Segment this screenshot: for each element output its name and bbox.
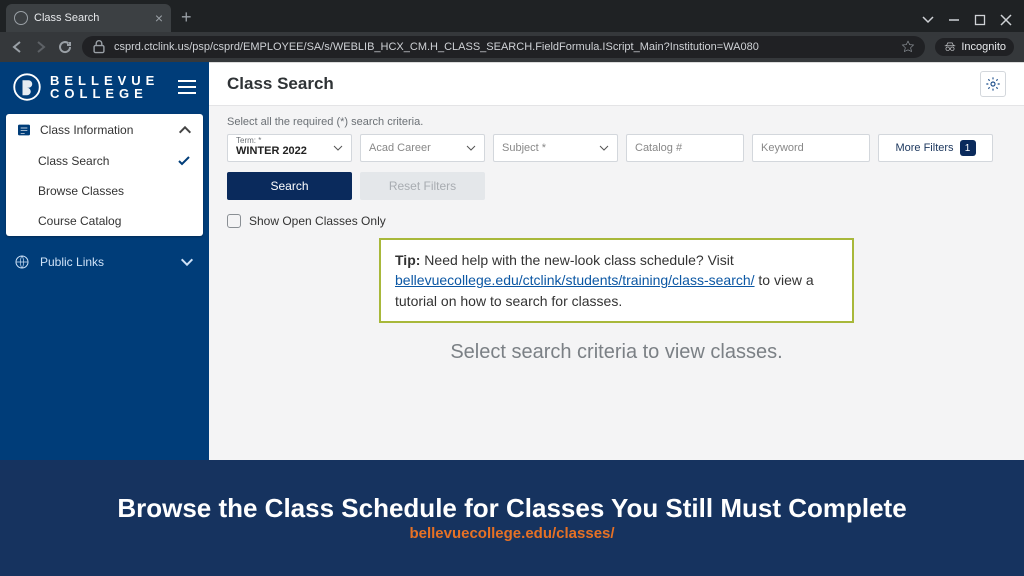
banner-headline: Browse the Class Schedule for Classes Yo… <box>117 494 906 524</box>
check-icon <box>177 154 191 168</box>
brand-line2: COLLEGE <box>50 87 159 100</box>
reload-icon[interactable] <box>58 40 72 54</box>
search-button[interactable]: Search <box>227 172 352 200</box>
sidebar-item-class-search[interactable]: Class Search <box>6 146 203 176</box>
brand: BELLEVUE COLLEGE <box>0 62 209 112</box>
promo-banner: Browse the Class Schedule for Classes Yo… <box>0 460 1024 576</box>
checkbox-icon <box>227 214 241 228</box>
chevron-down-icon <box>466 143 476 153</box>
globe-icon <box>14 11 28 25</box>
subject-select[interactable] <box>493 134 618 162</box>
incognito-icon <box>943 40 957 54</box>
reset-filters-button[interactable]: Reset Filters <box>360 172 485 200</box>
minimize-icon[interactable] <box>948 14 960 26</box>
acad-career-select[interactable] <box>360 134 485 162</box>
chevron-down-icon <box>333 143 343 153</box>
tip-callout: Tip: Need help with the new-look class s… <box>379 238 854 323</box>
catalog-input[interactable] <box>626 134 744 162</box>
criteria-helper: Select all the required (*) search crite… <box>227 116 1006 128</box>
sidebar: BELLEVUE COLLEGE Class Information Class… <box>0 62 209 460</box>
sidebar-item-browse-classes[interactable]: Browse Classes <box>6 176 203 206</box>
sidebar-public-links[interactable]: Public Links <box>0 244 209 280</box>
more-filters-button[interactable]: More Filters 1 <box>878 134 993 162</box>
brand-logo-icon <box>12 72 42 102</box>
term-select[interactable]: Term: * WINTER 2022 <box>227 134 352 162</box>
filter-count-badge: 1 <box>960 140 976 156</box>
keyword-input[interactable] <box>752 134 870 162</box>
list-icon <box>16 122 32 138</box>
url-text: csprd.ctclink.us/psp/csprd/EMPLOYEE/SA/s… <box>114 41 759 53</box>
page-title: Class Search <box>227 74 334 94</box>
menu-class-information: Class Information Class Search Browse Cl… <box>6 114 203 236</box>
menu-header[interactable]: Class Information <box>6 114 203 146</box>
star-icon[interactable] <box>901 40 915 54</box>
close-tab-icon[interactable]: × <box>155 10 163 26</box>
open-classes-checkbox[interactable]: Show Open Classes Only <box>227 214 1006 228</box>
chevron-down-icon[interactable] <box>922 14 934 26</box>
globe-icon <box>14 254 30 270</box>
tip-link[interactable]: bellevuecollege.edu/ctclink/students/tra… <box>395 272 755 288</box>
hamburger-icon[interactable] <box>177 79 197 95</box>
forward-icon[interactable] <box>34 40 48 54</box>
chevron-down-icon <box>599 143 609 153</box>
empty-state-hint: Select search criteria to view classes. <box>227 341 1006 364</box>
chevron-up-icon <box>177 122 193 138</box>
lock-icon <box>92 40 106 54</box>
browser-toolbar: csprd.ctclink.us/psp/csprd/EMPLOYEE/SA/s… <box>0 32 1024 62</box>
page-header: Class Search <box>209 63 1024 106</box>
banner-url: bellevuecollege.edu/classes/ <box>409 525 614 542</box>
address-bar[interactable]: csprd.ctclink.us/psp/csprd/EMPLOYEE/SA/s… <box>82 36 925 58</box>
main-content: Class Search Select all the required (*)… <box>209 62 1024 460</box>
browser-titlebar: Class Search × + <box>0 0 1024 32</box>
tab-title: Class Search <box>34 12 99 24</box>
incognito-badge: Incognito <box>935 38 1014 56</box>
new-tab-button[interactable]: + <box>181 7 192 28</box>
window-controls <box>922 14 1024 32</box>
sidebar-item-course-catalog[interactable]: Course Catalog <box>6 206 203 236</box>
close-icon[interactable] <box>1000 14 1012 26</box>
chevron-down-icon <box>179 254 195 270</box>
gear-icon <box>985 76 1001 92</box>
settings-button[interactable] <box>980 71 1006 97</box>
browser-tab[interactable]: Class Search × <box>6 4 171 32</box>
back-icon[interactable] <box>10 40 24 54</box>
maximize-icon[interactable] <box>974 14 986 26</box>
